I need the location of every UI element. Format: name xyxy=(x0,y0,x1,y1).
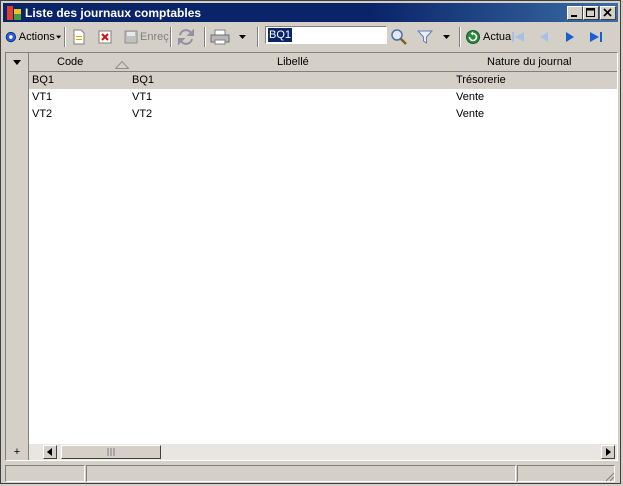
table-row[interactable]: VT1 VT1 Vente xyxy=(29,89,617,106)
sort-ascending-icon xyxy=(115,61,129,69)
close-button[interactable] xyxy=(600,6,616,20)
chevron-down-icon xyxy=(443,34,450,39)
refresh-icon xyxy=(466,30,480,44)
window-title: Liste des journaux comptables xyxy=(25,6,202,20)
delete-button[interactable] xyxy=(97,26,113,48)
table-row[interactable]: VT2 VT2 Vente xyxy=(29,106,617,123)
chevron-down-icon xyxy=(55,35,61,39)
cell-libelle: VT2 xyxy=(132,108,153,120)
actions-label: Actions xyxy=(18,31,55,43)
next-record-button[interactable] xyxy=(562,26,578,48)
chevron-down-icon xyxy=(239,34,246,39)
horizontal-scrollbar[interactable] xyxy=(29,444,617,460)
search-input[interactable]: BQ1 xyxy=(265,26,387,44)
next-icon xyxy=(566,32,574,42)
scrollbar-thumb[interactable] xyxy=(61,445,161,459)
refresh-label: Actua xyxy=(483,31,512,43)
toolbar-separator xyxy=(459,27,461,47)
search-button[interactable] xyxy=(390,26,408,48)
toolbar-separator xyxy=(204,27,206,47)
cell-code: BQ1 xyxy=(32,74,55,86)
new-document-icon xyxy=(73,29,85,45)
title-bar: Liste des journaux comptables xyxy=(3,3,618,22)
arrow-left-icon xyxy=(47,448,52,456)
scroll-left-button[interactable] xyxy=(43,445,57,459)
row-header-column: + xyxy=(6,53,29,460)
cell-code: VT2 xyxy=(32,108,53,120)
last-icon xyxy=(590,32,602,42)
cell-nature: Vente xyxy=(456,108,485,120)
printer-icon xyxy=(210,29,230,45)
filter-button[interactable] xyxy=(417,26,450,48)
maximize-button[interactable] xyxy=(583,6,599,20)
toolbar: Actions Enreç BQ1 Actua xyxy=(3,24,618,50)
actions-icon xyxy=(5,31,17,43)
previous-record-button[interactable] xyxy=(536,26,552,48)
status-panel xyxy=(517,465,615,482)
delete-icon xyxy=(98,30,112,44)
first-icon xyxy=(512,32,524,42)
search-icon xyxy=(391,29,407,45)
toolbar-separator xyxy=(64,27,66,47)
cell-nature: Trésorerie xyxy=(456,74,506,86)
window: Liste des journaux comptables Actions En… xyxy=(0,0,621,484)
first-record-button[interactable] xyxy=(510,26,526,48)
minimize-button[interactable] xyxy=(567,6,583,20)
column-header-nature[interactable]: Nature du journal xyxy=(487,56,571,68)
status-bar xyxy=(5,464,618,483)
toolbar-separator xyxy=(257,27,259,47)
sync-button[interactable] xyxy=(177,26,195,48)
column-header-libelle[interactable]: Libellé xyxy=(277,56,309,68)
toolbar-separator xyxy=(170,27,172,47)
save-label: Enreç xyxy=(140,31,169,43)
grid-content: Code Libellé Nature du journal BQ1 BQ1 T… xyxy=(29,53,617,444)
filter-icon xyxy=(417,30,433,44)
actions-button[interactable]: Actions xyxy=(5,26,61,48)
cell-nature: Vente xyxy=(456,91,485,103)
resize-grip-icon[interactable] xyxy=(603,470,615,482)
column-menu-icon[interactable] xyxy=(12,60,22,66)
new-button[interactable] xyxy=(71,26,87,48)
maximize-icon xyxy=(586,8,595,17)
save-icon xyxy=(124,30,138,44)
app-icon xyxy=(7,6,21,20)
close-icon xyxy=(603,8,612,17)
scroll-right-button[interactable] xyxy=(601,445,615,459)
cell-libelle: VT1 xyxy=(132,91,153,103)
cell-code: VT1 xyxy=(32,91,53,103)
add-row-button[interactable]: + xyxy=(10,446,24,459)
status-panel xyxy=(86,465,516,482)
arrow-right-icon xyxy=(606,448,611,456)
last-record-button[interactable] xyxy=(588,26,604,48)
search-value: BQ1 xyxy=(268,28,293,42)
refresh-button[interactable]: Actua xyxy=(465,26,511,48)
previous-icon xyxy=(540,32,548,42)
grid-header: Code Libellé Nature du journal xyxy=(29,53,617,72)
minimize-icon xyxy=(571,15,577,17)
grip-icon xyxy=(107,448,115,456)
save-button[interactable]: Enreç xyxy=(123,26,169,48)
sync-icon xyxy=(178,28,194,46)
cell-libelle: BQ1 xyxy=(132,74,155,86)
column-header-code[interactable]: Code xyxy=(57,56,83,68)
table-row[interactable]: BQ1 BQ1 Trésorerie xyxy=(29,72,617,89)
journals-grid: + Code Libellé Nature du journal BQ1 BQ1… xyxy=(5,52,618,461)
print-button[interactable] xyxy=(210,26,246,48)
status-panel xyxy=(5,465,85,482)
